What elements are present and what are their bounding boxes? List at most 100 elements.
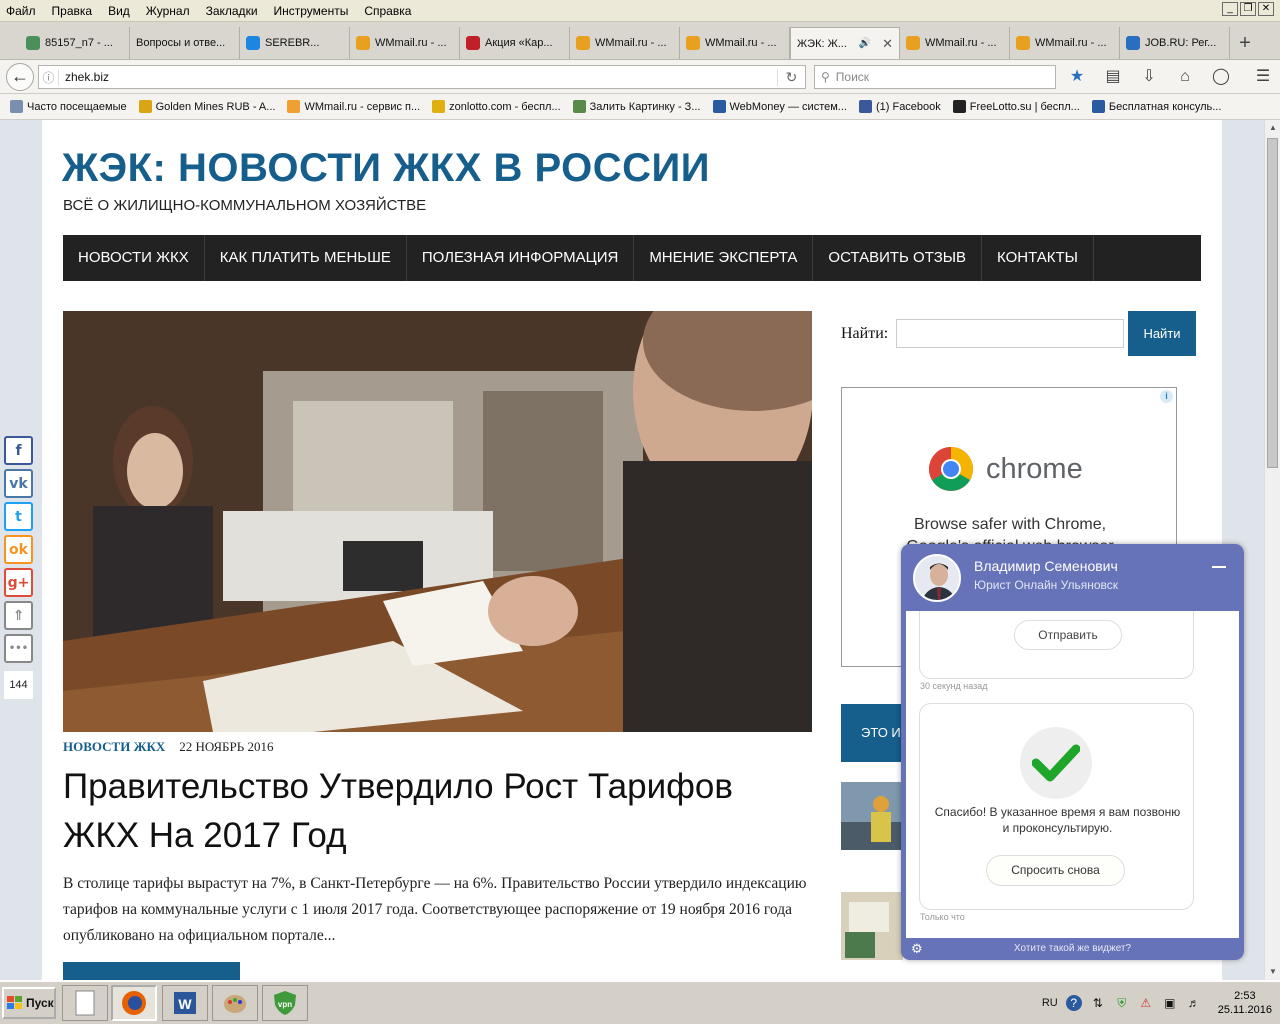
taskbar-firefox-icon[interactable]	[111, 985, 157, 1021]
chat-header[interactable]: Владимир Семенович Юрист Онлайн Ульяновс…	[901, 544, 1244, 611]
browser-tab[interactable]: 85157_n7 - ...	[20, 27, 130, 59]
bookmarks-list-icon[interactable]: ▤	[1102, 66, 1124, 88]
post-title[interactable]: Правительство Утвердило Рост Тарифов ЖКХ…	[63, 762, 813, 860]
reload-icon[interactable]: ↻	[777, 68, 805, 86]
minimize-window-button[interactable]: _	[1222, 2, 1238, 16]
computer-icon[interactable]: ▣	[1162, 995, 1178, 1011]
bookmark-item[interactable]: WebMoney — систем...	[707, 100, 853, 113]
bookmark-item[interactable]: FreeLotto.su | беспл...	[947, 100, 1086, 113]
construction-worker-image	[841, 782, 903, 850]
nav-item[interactable]: ПОЛЕЗНАЯ ИНФОРМАЦИЯ	[407, 235, 635, 281]
taskbar-document-icon[interactable]	[62, 985, 108, 1021]
search-field[interactable]: ⚲ Поиск	[814, 65, 1056, 89]
bookmark-star-icon[interactable]: ★	[1066, 66, 1088, 88]
send-button[interactable]: Отправить	[1014, 620, 1122, 650]
browser-tab[interactable]: WMmail.ru - ...	[1010, 27, 1120, 59]
browser-tab[interactable]: JOB.RU: Рег...	[1120, 27, 1230, 59]
nav-item[interactable]: КОНТАКТЫ	[982, 235, 1094, 281]
svg-text:vpn: vpn	[278, 1000, 292, 1009]
post-category[interactable]: НОВОСТИ ЖКХ	[63, 739, 165, 755]
start-button[interactable]: Пуск	[2, 987, 56, 1019]
toolbar-icons: ★ ▤ ⇩ ⌂ ◯ ☰	[1066, 66, 1274, 88]
sidebar-search-input[interactable]	[896, 319, 1124, 348]
facebook-share-icon[interactable]: f	[4, 436, 33, 465]
read-more-button[interactable]	[63, 962, 240, 980]
system-clock[interactable]: 2:53 25.11.2016	[1218, 989, 1272, 1017]
scrollbar-thumb[interactable]	[1267, 138, 1278, 468]
back-button[interactable]: ←	[6, 63, 34, 91]
nav-item[interactable]: КАК ПЛАТИТЬ МЕНЬШЕ	[205, 235, 407, 281]
browser-tab[interactable]: WMmail.ru - ...	[900, 27, 1010, 59]
browser-tab[interactable]: SEREBR...	[240, 27, 350, 59]
menu-item[interactable]: Правка	[44, 4, 101, 18]
menu-bar: Файл Правка Вид Журнал Закладки Инструменты Сп…	[0, 0, 1280, 22]
sidebar-section-header: ЭТО И	[841, 704, 903, 762]
new-tab-button[interactable]: +	[1230, 27, 1260, 59]
more-share-icon[interactable]: •••	[4, 634, 33, 663]
bookmark-item[interactable]: Залить Картинку - З...	[567, 100, 707, 113]
ad-info-icon[interactable]: i	[1160, 390, 1173, 403]
pocket-icon[interactable]: ◯	[1210, 66, 1232, 88]
firewall-icon[interactable]: ⚠	[1138, 995, 1154, 1011]
bookmark-item[interactable]: Golden Mines RUB - A...	[133, 100, 282, 113]
taskbar-vpn-icon[interactable]: vpn	[262, 985, 308, 1021]
address-bar[interactable]: ⓘ zhek.biz ↻	[38, 65, 806, 89]
menu-item[interactable]: Инструменты	[266, 4, 357, 18]
browser-tab[interactable]: Вопросы и отве...	[130, 27, 240, 59]
taskbar-word-icon[interactable]: W	[162, 985, 208, 1021]
close-window-button[interactable]: ✕	[1258, 2, 1274, 16]
browser-tab[interactable]: WMmail.ru - ...	[570, 27, 680, 59]
browser-tab[interactable]: WMmail.ru - ...	[680, 27, 790, 59]
menu-item[interactable]: Справка	[356, 4, 419, 18]
browser-tab[interactable]: ЖЭК: Ж... 🔊 ✕	[790, 27, 900, 59]
sidebar-search-button[interactable]: Найти	[1128, 311, 1196, 356]
taskbar-paint-icon[interactable]	[212, 985, 258, 1021]
bookmark-item[interactable]: Бесплатная консуль...	[1086, 100, 1228, 113]
site-info-icon[interactable]: ⓘ	[39, 68, 59, 86]
scroll-up-arrow-icon[interactable]: ▲	[1265, 120, 1280, 136]
bookmark-item[interactable]: (1) Facebook	[853, 100, 947, 113]
scroll-down-arrow-icon[interactable]: ▼	[1265, 964, 1280, 980]
speaker-icon[interactable]: 🔊	[859, 38, 871, 49]
menu-item[interactable]: Вид	[100, 4, 138, 18]
tab-favicon-icon	[26, 36, 40, 50]
twitter-share-icon[interactable]: t	[4, 502, 33, 531]
nav-item[interactable]: ОСТАВИТЬ ОТЗЫВ	[813, 235, 983, 281]
network-icon[interactable]: ⇅	[1090, 995, 1106, 1011]
hamburger-menu-icon[interactable]: ☰	[1252, 66, 1274, 88]
scroll-up-share-icon[interactable]: ⇑	[4, 601, 33, 630]
page-scrollbar[interactable]: ▲ ▼	[1264, 120, 1280, 980]
menu-item[interactable]: Закладки	[198, 4, 266, 18]
nav-item[interactable]: НОВОСТИ ЖКХ	[63, 235, 205, 281]
language-indicator[interactable]: RU	[1042, 997, 1058, 1009]
tab-favicon-icon	[1126, 36, 1140, 50]
nav-item[interactable]: МНЕНИЕ ЭКСПЕРТА	[634, 235, 814, 281]
volume-icon[interactable]: ♬	[1186, 995, 1202, 1011]
tab-favicon-icon	[576, 36, 590, 50]
browser-tab[interactable]: Акция «Кар...	[460, 27, 570, 59]
home-icon[interactable]: ⌂	[1174, 66, 1196, 88]
minimize-chat-icon[interactable]	[1212, 566, 1226, 568]
browser-tab[interactable]: WMmail.ru - ...	[350, 27, 460, 59]
vkontakte-share-icon[interactable]: vk	[4, 469, 33, 498]
sidebar-post-thumbnail[interactable]	[841, 892, 903, 960]
help-icon[interactable]: ?	[1065, 995, 1082, 1011]
bookmark-item[interactable]: Часто посещаемые	[4, 100, 133, 113]
restore-window-button[interactable]: ❐	[1240, 2, 1256, 16]
post-featured-image[interactable]	[63, 311, 812, 732]
googleplus-share-icon[interactable]: g+	[4, 568, 33, 597]
checkmark-icon	[1032, 744, 1080, 782]
odnoklassniki-share-icon[interactable]: ok	[4, 535, 33, 564]
downloads-icon[interactable]: ⇩	[1138, 66, 1160, 88]
bookmark-item[interactable]: WMmail.ru - сервис п...	[281, 100, 426, 113]
widget-promo-link[interactable]: Хотите такой же виджет?	[901, 943, 1244, 954]
bookmark-item[interactable]: zonlotto.com - беспл...	[426, 100, 566, 113]
bookmark-label: Залить Картинку - З...	[589, 100, 701, 113]
menu-item[interactable]: Журнал	[138, 4, 198, 18]
sidebar-post-thumbnail[interactable]	[841, 782, 903, 850]
menu-item[interactable]: Файл	[0, 4, 44, 18]
security-shield-icon[interactable]: ⛨	[1114, 995, 1130, 1011]
close-tab-icon[interactable]: ✕	[882, 36, 893, 52]
site-title[interactable]: ЖЭК: НОВОСТИ ЖКХ В РОССИИ	[62, 146, 710, 191]
ask-again-button[interactable]: Спросить снова	[986, 855, 1125, 886]
